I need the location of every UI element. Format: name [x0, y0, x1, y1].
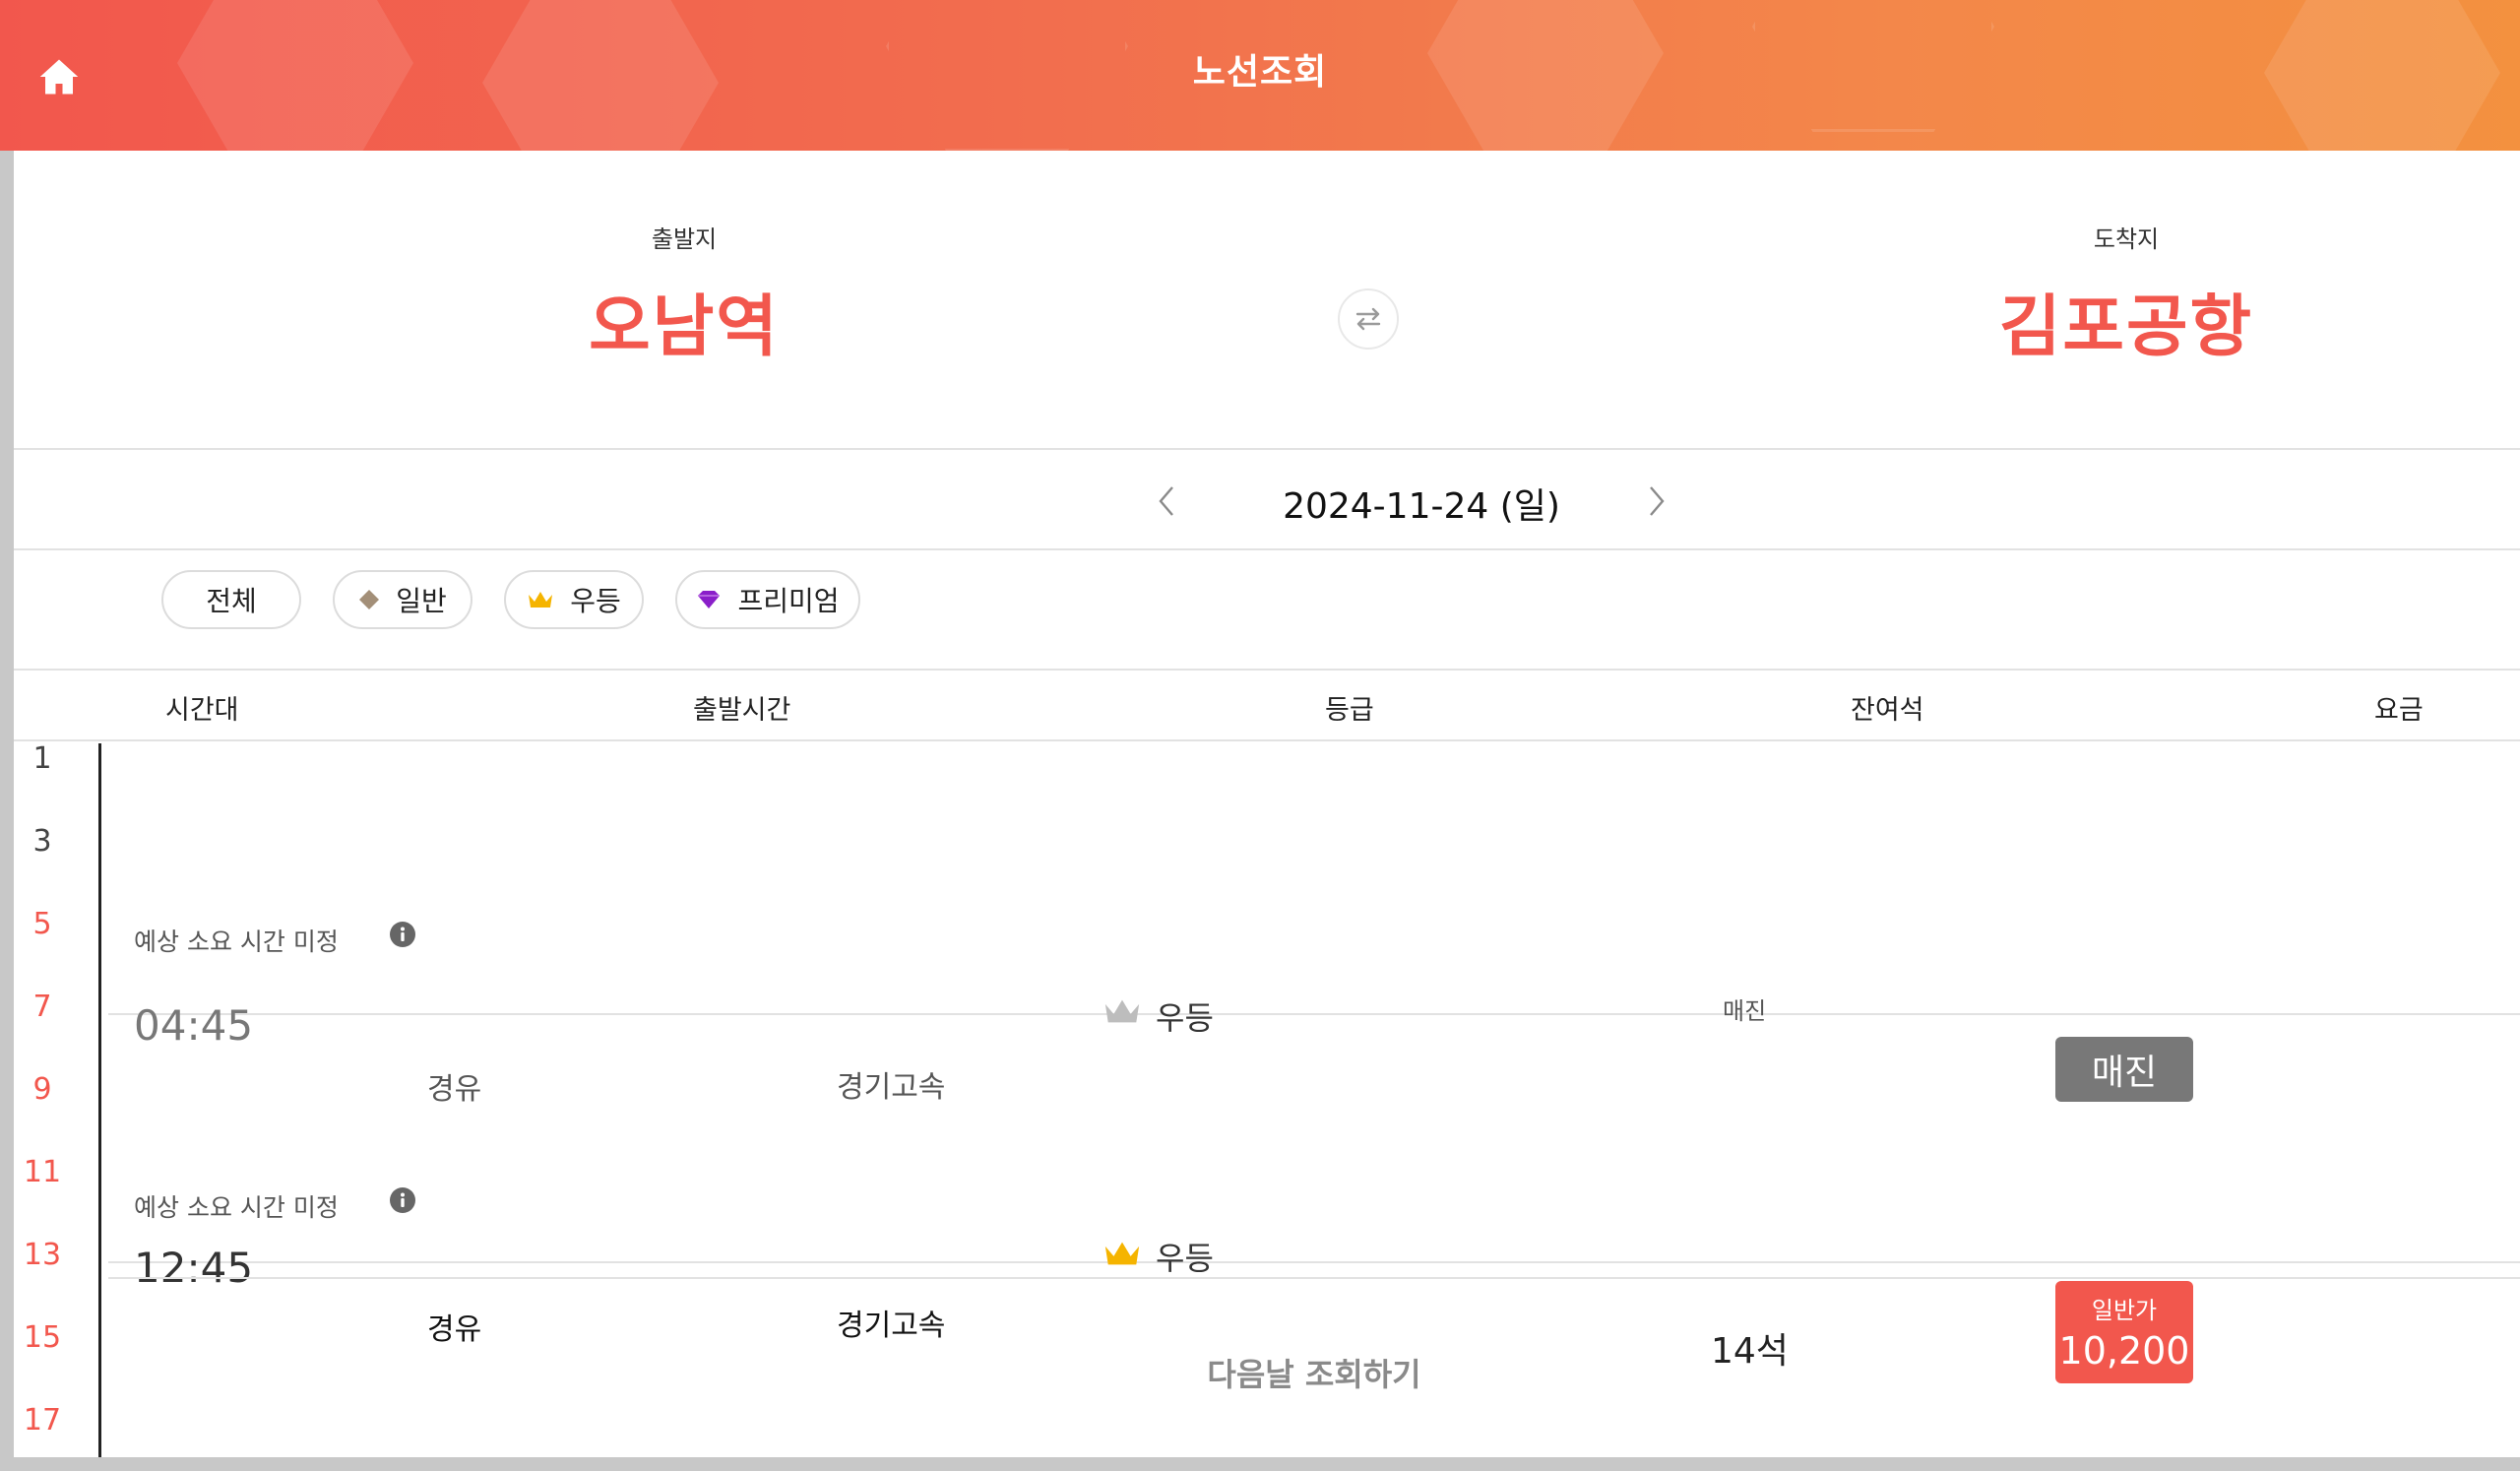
info-icon[interactable]	[389, 1186, 416, 1214]
trip-duration: 예상 소요 시간 미정	[134, 927, 339, 956]
departure-label: 출발지	[651, 225, 718, 253]
column-departure-time: 출발시간	[693, 695, 791, 726]
timeline-hour[interactable]: 1	[14, 741, 71, 776]
filter-premier-label: 우등	[570, 585, 621, 617]
column-fare: 요금	[2374, 695, 2424, 726]
filter-premium-chip[interactable]: 프리미엄	[675, 570, 860, 629]
column-seats: 잔여석	[1851, 695, 1924, 726]
timeline-hour[interactable]: 15	[14, 1320, 71, 1355]
crown-icon	[529, 592, 553, 608]
timeline-line	[98, 743, 101, 1457]
time-timeline: 1 3 5 7 9 11 13 15 17	[14, 741, 100, 1457]
departure-name[interactable]: 오남역	[487, 272, 881, 369]
timeline-hour[interactable]: 9	[14, 1072, 71, 1107]
filter-premium-label: 프리미엄	[737, 585, 840, 617]
timeline-hour[interactable]: 3	[14, 824, 71, 859]
trip-row[interactable]: 예상 소요 시간 미정 12:45 경유 경기고속 우등 14석 일반가 10,…	[108, 1015, 2520, 1383]
arrival-name[interactable]: 김포공항	[1929, 272, 2323, 369]
timeline-hour[interactable]: 5	[14, 907, 71, 941]
column-grade: 등급	[1325, 695, 1374, 726]
main-panel: 출발지 오남역 도착지 김포공항 2024-11-24 (일) 전체 일반 우등…	[14, 151, 2520, 1457]
diamond-icon	[359, 590, 380, 609]
chevron-left-icon	[1159, 486, 1173, 516]
timeline-hour[interactable]: 7	[14, 990, 71, 1024]
swap-icon	[1355, 307, 1381, 331]
grade-filters: 전체 일반 우등 프리미엄	[14, 550, 2520, 669]
timeline-hour[interactable]: 11	[14, 1155, 71, 1189]
app-header: 노선조회	[0, 0, 2520, 151]
route-selector: 출발지 오남역 도착지 김포공항	[14, 151, 2520, 450]
filter-all-label: 전체	[206, 585, 257, 617]
trip-grade: 우등	[1156, 1240, 1214, 1277]
info-icon[interactable]	[389, 921, 416, 948]
column-timeslot: 시간대	[165, 695, 239, 726]
page-title: 노선조회	[1192, 52, 1328, 93]
selected-date[interactable]: 2024-11-24 (일)	[1225, 478, 1618, 529]
timeline-hour[interactable]: 17	[14, 1403, 71, 1438]
trip-duration: 예상 소요 시간 미정	[134, 1193, 339, 1222]
next-date-button[interactable]	[1635, 476, 1678, 527]
filter-premier-chip[interactable]: 우등	[504, 570, 644, 629]
timeline-hour[interactable]: 13	[14, 1238, 71, 1272]
gem-icon	[698, 591, 721, 608]
filter-normal-label: 일반	[396, 585, 447, 617]
filter-normal-chip[interactable]: 일반	[333, 570, 472, 629]
filter-all-chip[interactable]: 전체	[161, 570, 301, 629]
schedule-header: 시간대 출발시간 등급 잔여석 요금	[14, 669, 2520, 741]
crown-icon	[1104, 1242, 1140, 1265]
next-day-section: 다음날 조회하기	[108, 1277, 2520, 1417]
chevron-right-icon	[1650, 486, 1665, 516]
prev-date-button[interactable]	[1145, 476, 1188, 527]
arrival-label: 도착지	[2093, 225, 2160, 253]
departure-station[interactable]: 출발지 오남역	[487, 220, 881, 369]
next-day-button[interactable]: 다음날 조회하기	[108, 1350, 2520, 1395]
arrival-station[interactable]: 도착지 김포공항	[1929, 220, 2323, 369]
swap-stations-button[interactable]	[1338, 288, 1399, 350]
trip-row[interactable]: 예상 소요 시간 미정 04:45 경유 경기고속 우등 매진 매진	[108, 745, 2520, 1107]
date-selector: 2024-11-24 (일)	[14, 450, 2520, 550]
